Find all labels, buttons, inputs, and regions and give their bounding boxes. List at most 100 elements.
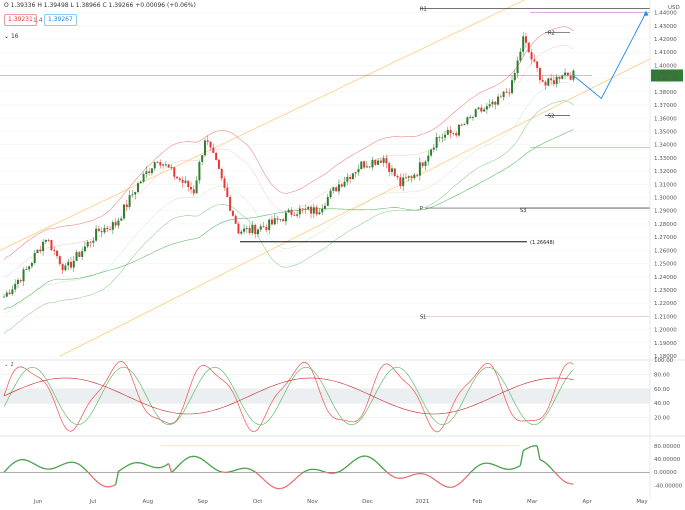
momentum-segment [126, 463, 130, 467]
momentum-segment [101, 484, 105, 487]
bollinger-lower [3, 100, 574, 334]
candle-body [276, 218, 279, 220]
momentum-segment [176, 463, 181, 468]
candle-body [36, 249, 39, 254]
candle-body [248, 228, 251, 233]
candle-body [61, 264, 64, 271]
candle-body [527, 42, 530, 53]
momentum-segment [271, 485, 276, 489]
momentum-tick: 80.00000 [654, 444, 681, 450]
candle-body [156, 162, 159, 163]
momentum-segment [132, 462, 136, 464]
momentum-segment [525, 446, 530, 450]
candle-body [388, 163, 391, 172]
momentum-segment [76, 462, 80, 466]
momentum-segment [366, 455, 370, 458]
candle-body [497, 96, 500, 105]
candle-body [120, 218, 123, 221]
price-tick: 1.20000 [654, 328, 677, 334]
candle-body [201, 155, 204, 162]
momentum-segment [374, 460, 379, 464]
candle-body [396, 176, 399, 178]
momentum-segment [201, 458, 206, 462]
candle-body [111, 222, 114, 230]
momentum-segment [561, 479, 566, 483]
momentum-segment [162, 464, 167, 468]
candle-body [19, 279, 22, 282]
x-tick: Jul [89, 499, 97, 505]
momentum-segment [146, 464, 150, 467]
candle-body [229, 196, 232, 211]
momentum-segment [302, 470, 306, 474]
momentum-segment [481, 462, 485, 465]
momentum-segment [478, 463, 482, 467]
candle-body [72, 260, 75, 268]
candle-body [505, 91, 508, 93]
candle-body [92, 240, 95, 243]
price-tick: 1.23000 [654, 288, 677, 294]
channel-upper [0, 0, 526, 251]
candle-body [410, 176, 413, 178]
candle-body [192, 189, 195, 194]
candle-body [360, 161, 363, 170]
candle-body [382, 158, 385, 163]
momentum-tick: 0.00000 [654, 470, 677, 476]
candle-body [318, 212, 321, 215]
candle-body [307, 206, 310, 210]
candle-body [103, 227, 106, 233]
momentum-segment [338, 469, 343, 473]
momentum-segment [358, 455, 362, 459]
momentum-segment [9, 463, 13, 467]
sell-price-box[interactable]: 1.39231 [4, 14, 37, 26]
momentum-segment [430, 476, 435, 480]
candle-body [351, 173, 354, 180]
momentum-segment [436, 480, 440, 484]
x-tick: Sep [198, 499, 209, 505]
momentum-segment [249, 468, 253, 471]
momentum-segment [531, 445, 535, 448]
momentum-segment [439, 482, 443, 486]
price-tick: 1.24000 [654, 275, 677, 281]
candle-body [170, 167, 173, 169]
candle-body [109, 229, 112, 230]
momentum-segment [215, 469, 220, 472]
stoch-tick: 100.00 [654, 358, 674, 364]
candle-body [273, 218, 276, 225]
momentum-segment [405, 475, 409, 478]
momentum-segment [62, 462, 66, 466]
buy-price-box[interactable]: 1.39267 [44, 14, 77, 26]
price-tick: 1.34000 [654, 143, 677, 149]
candle-body [446, 130, 449, 135]
momentum-segment [391, 475, 396, 478]
momentum-segment [179, 461, 184, 465]
candle-body [145, 171, 148, 175]
candle-body [460, 124, 463, 126]
momentum-segment [78, 464, 83, 468]
price-tick: 1.21000 [654, 314, 677, 320]
momentum-segment [229, 470, 234, 473]
momentum-segment [425, 473, 429, 477]
candle-body [413, 174, 416, 178]
momentum-segment [11, 461, 16, 465]
candle-body [516, 60, 519, 74]
candle-body [8, 292, 11, 295]
candle-body [371, 159, 374, 168]
symbol-header: O 1.39336 H 1.39498 L 1.38966 C 1.39266 … [4, 2, 196, 9]
stochastic-panel: ⌄ 2 [0, 359, 685, 433]
candle-body [131, 194, 134, 196]
candle-body [78, 252, 81, 257]
candle-body [561, 75, 564, 79]
momentum-segment [497, 465, 502, 469]
candle-body [379, 160, 382, 163]
indicator-toggle[interactable]: ⌄ 16 [4, 33, 19, 40]
x-tick: Oct [253, 499, 263, 505]
momentum-segment [92, 477, 97, 482]
symbol-ohlc: O 1.39336 H 1.39498 L 1.38966 C 1.39266 … [4, 2, 196, 9]
momentum-segment [34, 463, 38, 467]
spread: 1.4 [33, 17, 43, 24]
candle-body [452, 133, 455, 134]
momentum-segment [199, 457, 203, 460]
momentum-segment [293, 476, 298, 481]
candle-body [469, 117, 472, 119]
candle-body [257, 229, 260, 235]
